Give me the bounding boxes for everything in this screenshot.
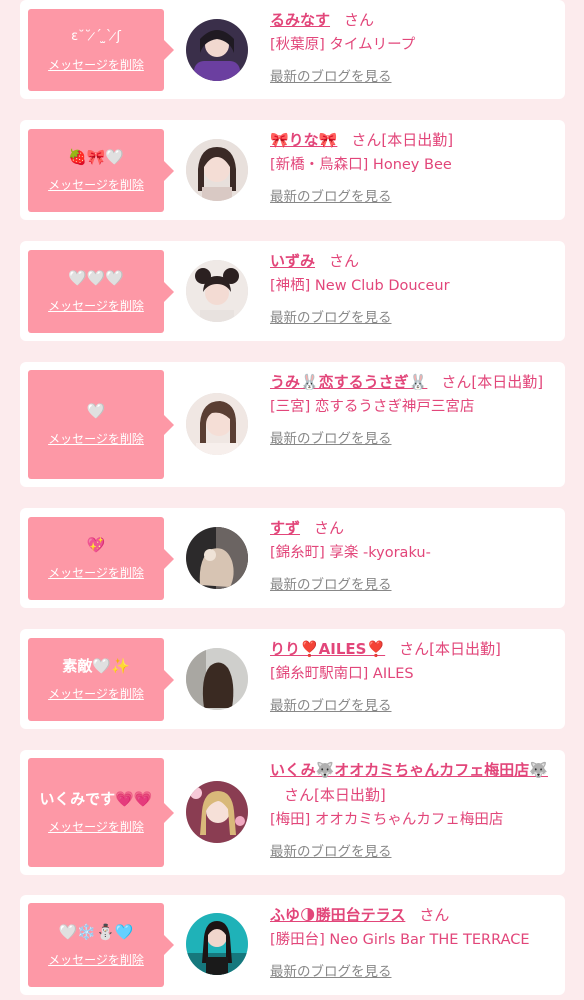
sender-line: すず さん [270,516,559,541]
sender-line: ふゆ🌗勝田台テラス さん [270,903,559,928]
delete-message-link[interactable]: メッセージを削除 [48,951,144,968]
message-text: 💖 [86,536,106,554]
delete-message-link[interactable]: メッセージを削除 [48,818,144,835]
sender-line: 🎀りな🎀 さん[本日出勤] [270,128,559,153]
message-card: 🤍 メッセージを削除 うみ🐰恋するうさぎ🐰 さん[本日出勤] [三宮] 恋するうさ… [20,362,565,487]
message-bubble: 🤍 メッセージを削除 [28,370,174,479]
shop-name: [神栖] New Club Douceur [270,278,450,294]
sender-name-link[interactable]: いくみ🐺オオカミちゃんカフェ梅田店🐺 [270,761,548,779]
status-text: [本日出勤] [314,786,386,804]
delete-message-link[interactable]: メッセージを削除 [48,685,144,702]
avatar[interactable] [186,260,248,322]
sender-name-link[interactable]: るみなす [270,11,330,29]
message-info: いくみ🐺オオカミちゃんカフェ梅田店🐺 さん[本日出勤] [梅田] オオカミちゃんカ… [270,758,559,860]
message-text: 🤍 [86,402,106,420]
honorific: さん [419,906,450,924]
message-bubble: 🍓🎀🤍 メッセージを削除 [28,129,174,212]
message-card: いくみです💗💗 メッセージを削除 いくみ🐺オオカミちゃんカフェ梅田店🐺 さん[本日… [20,750,565,875]
honorific: さん [351,131,382,149]
honorific: さん [314,519,345,537]
honorific: さん [329,252,360,270]
sender-line: いずみ さん [270,249,559,274]
sender-name-link[interactable]: いずみ [270,252,315,270]
sender-line: るみなす さん [270,8,559,33]
latest-blog-link[interactable]: 最新のブログを見る [270,960,392,980]
sender-line: うみ🐰恋するうさぎ🐰 さん[本日出勤] [270,370,559,395]
message-text: 🤍❄️⛄️🩵 [58,922,134,941]
message-info: ふゆ🌗勝田台テラス さん [勝田台] Neo Girls Bar THE TERR… [270,903,559,980]
message-info: うみ🐰恋するうさぎ🐰 さん[本日出勤] [三宮] 恋するうさぎ神戸三宮店 最新のブ… [270,370,559,447]
avatar[interactable] [186,527,248,589]
message-bubble: いくみです💗💗 メッセージを削除 [28,758,174,867]
avatar[interactable] [186,648,248,710]
message-card: 🤍🤍🤍 メッセージを削除 いずみ さん [神栖] New Club Douceur… [20,241,565,341]
avatar[interactable] [186,139,248,201]
message-text: いくみです💗💗 [39,790,153,808]
message-card: ε˘˘ ̷ˊ ̫ˋ ̷ʃ メッセージを削除 るみなす さん [秋葉原] タイムリー… [20,0,565,99]
message-info: るみなす さん [秋葉原] タイムリープ 最新のブログを見る [270,8,559,85]
shop-name: [勝田台] Neo Girls Bar THE TERRACE [270,932,530,948]
latest-blog-link[interactable]: 最新のブログを見る [270,573,392,593]
latest-blog-link[interactable]: 最新のブログを見る [270,185,392,205]
message-card: 🤍❄️⛄️🩵 メッセージを削除 ふゆ🌗勝田台テラス さん [勝田台] Neo Gi… [20,895,565,995]
avatar[interactable] [186,19,248,81]
honorific: さん [441,373,472,391]
shop-name: [錦糸町駅南口] AILES [270,666,414,682]
message-info: いずみ さん [神栖] New Club Douceur 最新のブログを見る [270,249,559,326]
shop-name: [新橋・烏森口] Honey Bee [270,157,452,173]
message-text: 🤍🤍🤍 [67,269,125,287]
message-info: 🎀りな🎀 さん[本日出勤] [新橋・烏森口] Honey Bee 最新のブログを見… [270,128,559,205]
message-info: りり❣️AILES❣️ さん[本日出勤] [錦糸町駅南口] AILES 最新のブロ… [270,637,559,714]
message-bubble: 🤍❄️⛄️🩵 メッセージを削除 [28,903,174,987]
message-bubble: 素敵🤍✨ メッセージを削除 [28,638,174,721]
latest-blog-link[interactable]: 最新のブログを見る [270,694,392,714]
message-text: ε˘˘ ̷ˊ ̫ˋ ̷ʃ [71,28,121,44]
latest-blog-link[interactable]: 最新のブログを見る [270,427,392,447]
sender-name-link[interactable]: ふゆ🌗勝田台テラス [270,906,405,924]
sender-name-link[interactable]: うみ🐰恋するうさぎ🐰 [270,373,427,391]
sender-name-link[interactable]: りり❣️AILES❣️ [270,640,385,658]
latest-blog-link[interactable]: 最新のブログを見る [270,840,392,860]
message-card: 🍓🎀🤍 メッセージを削除 🎀りな🎀 さん[本日出勤] [新橋・烏森口] Honey… [20,120,565,220]
message-list: ε˘˘ ̷ˊ ̫ˋ ̷ʃ メッセージを削除 るみなす さん [秋葉原] タイムリー… [0,0,584,1000]
status-text: [本日出勤] [381,131,454,149]
shop-name: [秋葉原] タイムリープ [270,37,416,53]
delete-message-link[interactable]: メッセージを削除 [48,176,144,193]
message-bubble: ε˘˘ ̷ˊ ̫ˋ ̷ʃ メッセージを削除 [28,9,174,91]
status-text: [本日出勤] [471,373,544,391]
message-card: 💖 メッセージを削除 すず さん [錦糸町] 享楽 -kyoraku- 最新のブロ… [20,508,565,608]
message-bubble: 💖 メッセージを削除 [28,517,174,600]
honorific: さん [284,786,315,804]
honorific: さん [344,11,375,29]
delete-message-link[interactable]: メッセージを削除 [48,430,144,447]
message-text: 素敵🤍✨ [62,657,130,675]
message-info: すず さん [錦糸町] 享楽 -kyoraku- 最新のブログを見る [270,516,559,593]
message-bubble: 🤍🤍🤍 メッセージを削除 [28,250,174,333]
status-text: [本日出勤] [429,640,501,658]
delete-message-link[interactable]: メッセージを削除 [48,564,144,581]
message-text: 🍓🎀🤍 [67,148,125,166]
message-card: 素敵🤍✨ メッセージを削除 りり❣️AILES❣️ さん[本日出勤] [錦糸町駅南… [20,629,565,729]
sender-name-link[interactable]: 🎀りな🎀 [270,131,337,149]
avatar[interactable] [186,393,248,455]
latest-blog-link[interactable]: 最新のブログを見る [270,306,392,326]
sender-line: りり❣️AILES❣️ さん[本日出勤] [270,637,559,662]
delete-message-link[interactable]: メッセージを削除 [48,297,144,314]
honorific: さん [399,640,430,658]
avatar[interactable] [186,913,248,975]
avatar[interactable] [186,781,248,843]
shop-name: [三宮] 恋するうさぎ神戸三宮店 [270,399,475,415]
sender-name-link[interactable]: すず [270,519,300,537]
delete-message-link[interactable]: メッセージを削除 [48,56,144,73]
shop-name: [錦糸町] 享楽 -kyoraku- [270,545,431,561]
shop-name: [梅田] オオカミちゃんカフェ梅田店 [270,812,504,828]
latest-blog-link[interactable]: 最新のブログを見る [270,65,392,85]
sender-line: いくみ🐺オオカミちゃんカフェ梅田店🐺 さん[本日出勤] [270,758,559,808]
